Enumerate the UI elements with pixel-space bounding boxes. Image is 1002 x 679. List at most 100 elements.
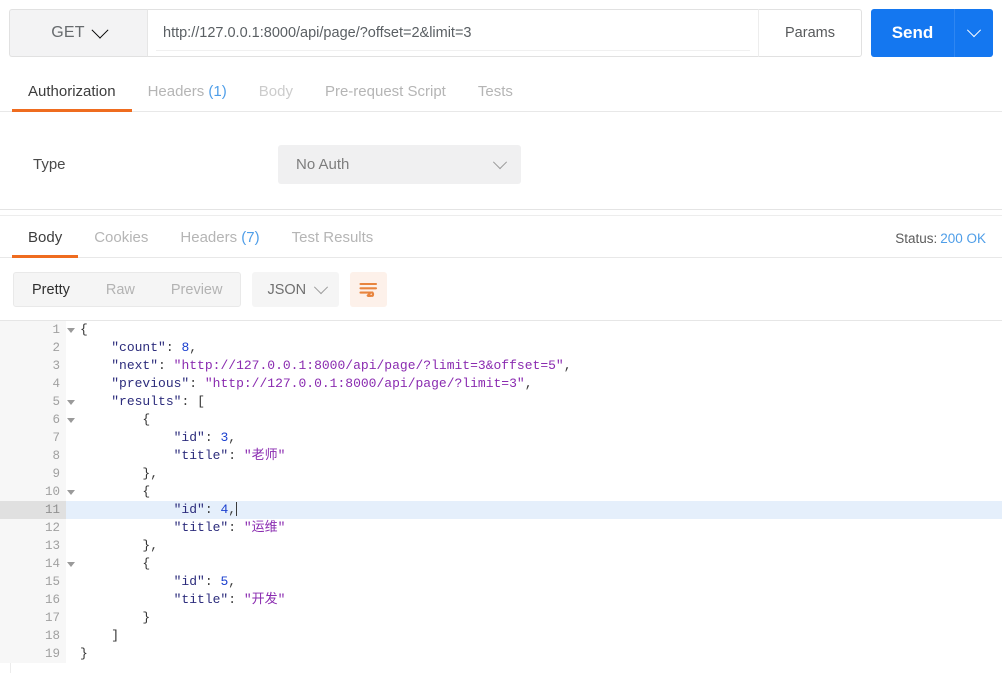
line-number: 13	[0, 537, 66, 555]
code-line[interactable]: 1{	[0, 321, 1002, 339]
fold-arrow-icon[interactable]	[67, 561, 75, 567]
code-line-text: "title": "开发"	[173, 592, 286, 607]
code-line-text: "id": 5,	[173, 574, 237, 589]
auth-type-select[interactable]: No Auth	[278, 145, 521, 184]
http-method-label: GET	[51, 24, 85, 41]
code-line-text: "next": "http://127.0.0.1:8000/api/page/…	[111, 358, 572, 373]
url-input-value: http://127.0.0.1:8000/api/page/?offset=2…	[163, 25, 472, 41]
line-number: 6	[0, 411, 75, 429]
chevron-down-icon	[91, 21, 109, 39]
code-line[interactable]: 15 "id": 5,	[0, 573, 1002, 591]
tab-label: Authorization	[28, 83, 116, 100]
request-tab-body[interactable]: Body	[243, 83, 309, 111]
response-tab-body[interactable]: Body	[12, 229, 79, 258]
code-line[interactable]: 5 "results": [	[0, 393, 1002, 411]
auth-type-value: No Auth	[296, 156, 350, 173]
line-number: 12	[0, 519, 66, 537]
fold-arrow-icon[interactable]	[67, 489, 75, 495]
authorization-panel: Type No Auth	[0, 112, 1002, 209]
tab-label: Cookies	[94, 229, 149, 246]
line-number: 7	[0, 429, 66, 447]
code-line-text: "results": [	[111, 394, 205, 409]
send-options-button[interactable]	[955, 9, 993, 57]
status-code: 200 OK	[940, 231, 986, 246]
tab-label: Headers	[180, 229, 238, 246]
status-label: Status:	[895, 231, 938, 246]
fold-arrow-icon[interactable]	[67, 399, 75, 405]
line-number: 2	[0, 339, 66, 357]
line-number: 18	[0, 627, 66, 645]
response-body-viewer[interactable]: 1{2 "count": 8, 3 "next": "http://127.0.0…	[0, 320, 1002, 673]
fold-arrow-icon[interactable]	[67, 417, 75, 423]
request-url-bar: GET http://127.0.0.1:8000/api/page/?offs…	[9, 9, 993, 57]
response-format-select[interactable]: JSON	[252, 272, 340, 307]
code-line[interactable]: 4 "previous": "http://127.0.0.1:8000/api…	[0, 375, 1002, 393]
code-line-text: "id": 3,	[173, 430, 237, 445]
code-line[interactable]: 8 "title": "老师"	[0, 447, 1002, 465]
request-tab-authorization[interactable]: Authorization	[12, 83, 132, 112]
request-tab-headers[interactable]: Headers (1)	[132, 83, 243, 111]
code-line-text: }	[142, 610, 151, 625]
code-line[interactable]: 2 "count": 8,	[0, 339, 1002, 357]
response-tabs: Body Cookies Headers (7) Test Results Statu…	[0, 216, 1002, 258]
code-line[interactable]: 17 }	[0, 609, 1002, 627]
send-button[interactable]: Send	[871, 9, 955, 57]
chevron-down-icon	[492, 154, 508, 169]
line-number: 8	[0, 447, 66, 465]
code-line[interactable]: 16 "title": "开发"	[0, 591, 1002, 609]
line-number: 17	[0, 609, 66, 627]
code-line-text: {	[142, 556, 151, 571]
word-wrap-icon	[359, 282, 378, 297]
chevron-down-icon	[314, 279, 329, 294]
view-mode-preview[interactable]: Preview	[153, 273, 241, 306]
params-button[interactable]: Params	[758, 9, 862, 57]
line-number: 3	[0, 357, 66, 375]
tab-label: Test Results	[291, 229, 374, 246]
line-number: 19	[0, 645, 66, 663]
code-line-text: }	[80, 646, 88, 661]
view-mode-group: Pretty Raw Preview	[13, 272, 242, 307]
fold-arrow-icon[interactable]	[67, 327, 75, 333]
code-line-text: },	[142, 538, 159, 553]
auth-type-row: Type No Auth	[0, 112, 1002, 184]
http-method-selector[interactable]: GET	[9, 9, 147, 57]
chevron-down-icon	[966, 23, 982, 38]
status-badge: Status: 200 OK	[895, 231, 986, 246]
code-line-text: ]	[111, 628, 120, 643]
params-button-label: Params	[785, 25, 835, 41]
code-lines: 1{2 "count": 8, 3 "next": "http://127.0.0…	[0, 321, 1002, 663]
code-line-text: "title": "老师"	[173, 448, 286, 463]
code-line[interactable]: 18 ]	[0, 627, 1002, 645]
code-line[interactable]: 10 {	[0, 483, 1002, 501]
request-tab-tests[interactable]: Tests	[462, 83, 529, 111]
line-number: 11	[0, 501, 66, 519]
code-line[interactable]: 9 },	[0, 465, 1002, 483]
tab-label: Pre-request Script	[324, 83, 446, 100]
code-line-text: {	[142, 412, 151, 427]
response-tab-headers[interactable]: Headers (7)	[164, 229, 275, 257]
line-number: 9	[0, 465, 66, 483]
code-line[interactable]: 6 {	[0, 411, 1002, 429]
tab-label: Body	[28, 229, 63, 246]
code-line[interactable]: 7 "id": 3,	[0, 429, 1002, 447]
code-line[interactable]: 12 "title": "运维"	[0, 519, 1002, 537]
request-tab-pre-request-script[interactable]: Pre-request Script	[309, 83, 462, 111]
code-line[interactable]: 3 "next": "http://127.0.0.1:8000/api/pag…	[0, 357, 1002, 375]
line-number: 14	[0, 555, 75, 573]
line-number: 5	[0, 393, 75, 411]
code-line[interactable]: 11 "id": 4,	[0, 501, 1002, 519]
code-line[interactable]: 14 {	[0, 555, 1002, 573]
response-tab-test-results[interactable]: Test Results	[276, 229, 390, 257]
url-input[interactable]: http://127.0.0.1:8000/api/page/?offset=2…	[147, 9, 758, 57]
tab-label: Body	[258, 83, 293, 100]
code-line[interactable]: 19}	[0, 645, 1002, 663]
response-tab-cookies[interactable]: Cookies	[78, 229, 164, 257]
code-line[interactable]: 13 },	[0, 537, 1002, 555]
code-line-text: {	[142, 484, 151, 499]
request-tabs: Authorization Headers (1) Body Pre-request …	[0, 69, 1002, 112]
line-number: 10	[0, 483, 75, 501]
view-mode-raw[interactable]: Raw	[88, 273, 153, 306]
send-button-label: Send	[891, 23, 934, 42]
word-wrap-toggle[interactable]	[350, 272, 388, 307]
view-mode-pretty[interactable]: Pretty	[14, 273, 88, 306]
